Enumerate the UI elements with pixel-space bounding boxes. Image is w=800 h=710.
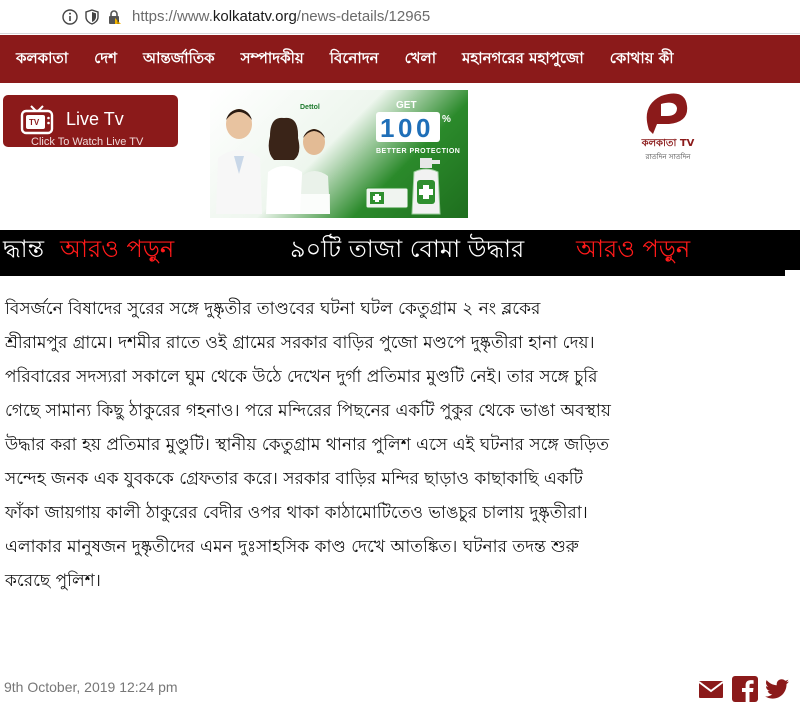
tracking-shield-icon[interactable] — [84, 8, 100, 25]
ticker-headline[interactable]: দ্ধান্ত — [3, 233, 44, 265]
nav-item-international[interactable]: আন্তর্জাতিক — [130, 47, 228, 72]
live-tv-subtitle: Click To Watch Live TV — [31, 136, 144, 147]
insecure-lock-icon[interactable] — [106, 9, 122, 25]
info-icon[interactable] — [62, 8, 78, 25]
nav-item-editorial[interactable]: সম্পাদকীয় — [228, 47, 317, 72]
dettol-soap-icon — [366, 187, 408, 209]
publish-date: 9th October, 2019 12:24 pm — [4, 679, 178, 695]
article-line: শ্রীরামপুর গ্রামে। দশমীর রাতে ওই গ্রামের… — [5, 333, 595, 353]
article-line: করেছে পুলিশ। — [5, 571, 101, 591]
nav-item-where-what[interactable]: কোথায় কী — [597, 47, 687, 72]
nav-item-sports[interactable]: খেলা — [392, 47, 449, 72]
article-line: বিসর্জনে বিষাদের সুরের সঙ্গে দুষ্কৃতীর ত… — [5, 299, 541, 319]
article-line: ফাঁকা জায়গায় কালী ঠাকুরের বেদীর ওপর থা… — [5, 503, 588, 523]
url-path: /news-details/12965 — [296, 8, 431, 25]
ad-percent-digit: 1 — [380, 113, 395, 143]
ticker-read-more-link[interactable]: আরও পড়ুন — [60, 233, 174, 265]
article-line: পরিবারের সদস্যরা সকালে ঘুম থেকে উঠে দেখে… — [5, 367, 598, 387]
nav-item-desh[interactable]: দেশ — [81, 47, 130, 72]
article-line: এলাকার মানুষজন দুষ্কৃতীদের এমন দুঃসাহসিক… — [5, 537, 579, 557]
ad-banner[interactable]: Dettol GET 1 0 0 % BETTER PROTECTION — [210, 90, 468, 218]
live-tv-title: Live Tv — [66, 109, 124, 129]
twitter-icon[interactable] — [764, 676, 790, 702]
ad-tagline: BETTER PROTECTION — [376, 148, 461, 155]
ticker-read-more-link[interactable]: আরও পড়ুন — [576, 233, 690, 265]
svg-text:TV: TV — [29, 118, 40, 127]
site-logo[interactable]: কলকাতা TV রাতদিন সাতদিন — [633, 90, 694, 180]
article-line: উদ্ধার করা হয় প্রতিমার মুণ্ডুটি। স্থানী… — [5, 435, 610, 455]
ad-percent-digit: 0 — [416, 113, 431, 143]
nav-item-mahapujo[interactable]: মহানগরের মহাপুজো — [449, 47, 597, 72]
url-domain: kolkatatv.org — [212, 8, 297, 25]
url-prefix: https://www. — [132, 8, 213, 25]
ticker-underline — [0, 270, 785, 276]
url-text[interactable]: https://www.kolkatatv.org/news-details/1… — [132, 8, 430, 25]
nav-item-entertainment[interactable]: বিনোদন — [317, 47, 392, 72]
kolkata-tv-logo-icon — [646, 93, 688, 134]
live-tv-button[interactable]: TV Live Tv Click To Watch Live TV — [3, 95, 178, 147]
main-nav: কলকাতা দেশ আন্তর্জাতিক সম্পাদকীয় বিনোদন… — [0, 35, 800, 83]
article-line: সন্দেহ জনক এক যুবককে গ্রেফতার করে। সরকার… — [5, 469, 583, 489]
ad-brand-text: Dettol — [300, 104, 320, 111]
facebook-icon[interactable] — [732, 676, 758, 702]
nav-item-kolkata[interactable]: কলকাতা — [0, 47, 81, 72]
mail-icon[interactable] — [698, 676, 724, 702]
article-body: বিসর্জনে বিষাদের সুরের সঙ্গে দুষ্কৃতীর ত… — [5, 292, 787, 598]
ad-percent-sign: % — [442, 114, 451, 125]
news-ticker[interactable]: দ্ধান্ত আরও পড়ুন ৯০টি তাজা বোমা উদ্ধার … — [0, 230, 800, 270]
ticker-headline[interactable]: ৯০টি তাজা বোমা উদ্ধার — [290, 233, 524, 265]
article-line: গেছে সামান্য কিছু ঠাকুরের গহনাও। পরে মন্… — [5, 401, 611, 421]
browser-url-bar[interactable]: https://www.kolkatatv.org/news-details/1… — [0, 0, 800, 34]
logo-tagline: রাতদিন সাতদিন — [645, 153, 691, 161]
dettol-bottle-icon — [411, 158, 441, 215]
ad-get-text: GET — [396, 100, 417, 111]
ad-percent-digit: 0 — [398, 113, 413, 143]
